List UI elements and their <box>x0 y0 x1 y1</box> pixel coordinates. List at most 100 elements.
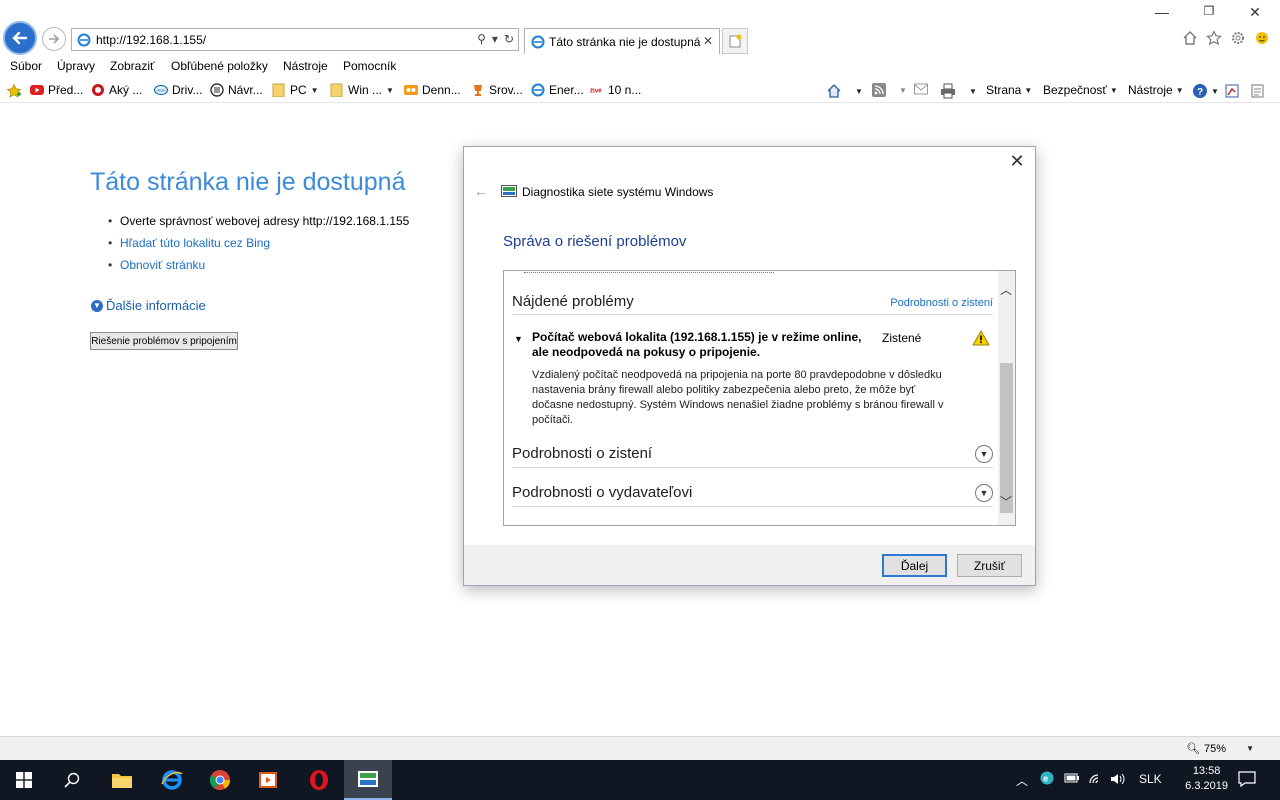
system-clock[interactable]: 13:58 6.3.2019 <box>1185 764 1228 794</box>
taskbar-opera[interactable] <box>295 760 343 800</box>
found-problems-title: Nájdené problémy <box>512 293 634 310</box>
restore-icon[interactable]: ❐ <box>1194 4 1224 18</box>
windows-logo-icon <box>16 772 32 788</box>
back-arrow-icon <box>12 31 28 45</box>
expand-chevron-icon[interactable]: ▼ <box>975 445 993 463</box>
back-button[interactable] <box>3 21 37 55</box>
help-icon: ? <box>1193 84 1207 98</box>
chevron-down-icon: ▼ <box>1211 86 1219 96</box>
ie-tab-icon <box>531 35 545 49</box>
taskbar-file-explorer[interactable] <box>98 760 146 800</box>
publisher-details-row[interactable]: Podrobnosti o vydavateľovi ▼ <box>512 484 993 502</box>
safety-menu[interactable]: Bezpečnosť ▼ <box>1043 83 1118 97</box>
new-tab-button[interactable] <box>722 28 748 54</box>
cancel-button[interactable]: Zrušiť <box>957 554 1022 577</box>
chevron-down-icon: ▼ <box>1246 744 1254 753</box>
taskbar-internet-explorer[interactable] <box>148 760 196 800</box>
tray-overflow-chevron-icon[interactable]: ︿ <box>1016 772 1028 789</box>
svg-text:e: e <box>1043 774 1048 784</box>
menu-view[interactable]: Zobraziť <box>110 59 155 73</box>
close-tab-icon[interactable]: ✕ <box>703 34 713 48</box>
dropdown-icon[interactable]: ▾ <box>492 32 498 46</box>
home-command[interactable]: ▼ <box>826 83 863 99</box>
read-mail-command[interactable] <box>914 83 928 95</box>
start-button[interactable] <box>0 760 48 800</box>
address-url[interactable]: http://192.168.1.155/ <box>96 33 206 47</box>
refresh-page-link[interactable]: Obnoviť stránku <box>108 258 409 280</box>
favorite-item[interactable]: Návr... <box>210 83 263 97</box>
favorites-star-icon[interactable] <box>1204 28 1224 48</box>
browser-tab[interactable]: Táto stránka nie je dostupná ✕ <box>524 28 720 54</box>
tray-app-icon[interactable]: e <box>1040 771 1054 788</box>
favorite-folder-pc[interactable]: PC ▼ <box>272 83 319 97</box>
printer-icon <box>941 83 955 99</box>
clock-time: 13:58 <box>1192 765 1221 777</box>
browser-title-bar: http://192.168.1.155/ ⚲ ▾ ↻ Táto stránka… <box>0 0 1280 56</box>
search-button[interactable] <box>48 760 96 800</box>
input-language[interactable]: SLK <box>1139 772 1162 786</box>
search-icon[interactable]: ⚲ <box>477 32 486 46</box>
dialog-back-icon[interactable]: ← <box>474 183 488 199</box>
add-favorite-star-icon[interactable] <box>6 83 22 99</box>
notifications-icon[interactable] <box>1238 770 1256 791</box>
zoom-control[interactable]: 🔍︎ 75% ▼ <box>1186 742 1254 756</box>
help-command[interactable]: ? ▼ <box>1192 83 1219 99</box>
more-info-link[interactable]: ▼ Ďalšie informácie <box>91 298 206 313</box>
dialog-footer: Ďalej Zrušiť <box>464 545 1035 585</box>
scroll-down-icon[interactable]: ﹀ <box>1000 493 1012 510</box>
refresh-icon[interactable]: ↻ <box>504 32 514 46</box>
blog-command[interactable] <box>1250 83 1266 99</box>
scroll-up-icon[interactable]: ︿ <box>1000 281 1012 298</box>
research-icon <box>1225 84 1239 98</box>
battery-icon[interactable] <box>1064 772 1080 787</box>
minimize-icon[interactable]: — <box>1147 4 1177 20</box>
menu-file[interactable]: Súbor <box>10 59 42 73</box>
feeds-command[interactable]: ▼ <box>872 83 907 97</box>
page-title: Táto stránka nie je dostupná <box>90 168 406 196</box>
taskbar-chrome[interactable] <box>196 760 244 800</box>
tools-menu[interactable]: Nástroje ▼ <box>1128 83 1184 97</box>
chevron-down-icon: ▼ <box>969 86 977 96</box>
vertical-scrollbar[interactable]: ︿ ﹀ <box>998 271 1015 525</box>
favorite-item[interactable]: Denn... <box>404 83 461 97</box>
favorite-item[interactable]: živé 10 n... <box>590 83 641 97</box>
troubleshoot-button[interactable]: Riešenie problémov s pripojením <box>90 332 238 350</box>
forward-button[interactable] <box>42 27 66 51</box>
svg-text:intel: intel <box>157 88 166 94</box>
favorite-item[interactable]: Ener... <box>531 83 584 97</box>
expand-chevron-icon[interactable]: ▼ <box>975 484 993 502</box>
menu-favorites[interactable]: Obľúbené položky <box>171 59 268 73</box>
rss-icon <box>872 83 886 97</box>
chevron-down-icon: ▼ <box>1175 85 1184 95</box>
next-button[interactable]: Ďalej <box>882 554 947 577</box>
page-menu[interactable]: Strana ▼ <box>986 83 1032 97</box>
menu-tools[interactable]: Nástroje <box>283 59 328 73</box>
research-command[interactable] <box>1225 83 1241 99</box>
smiley-feedback-icon[interactable] <box>1252 28 1272 48</box>
detection-details-link[interactable]: Podrobnosti o zistení <box>890 297 993 309</box>
detection-details-row[interactable]: Podrobnosti o zistení ▼ <box>512 445 993 463</box>
home-icon[interactable] <box>1180 28 1200 48</box>
problem-title: Počítač webová lokalita (192.168.1.155) … <box>532 330 862 359</box>
favorite-item[interactable]: intel Driv... <box>154 83 202 97</box>
print-command[interactable]: ▼ <box>940 83 977 99</box>
collapse-triangle-icon[interactable]: ▼ <box>514 334 523 344</box>
favorite-item[interactable]: Aký ... <box>91 83 142 97</box>
favorite-item[interactable]: Před... <box>30 83 83 97</box>
taskbar-media-app[interactable] <box>244 760 292 800</box>
close-window-icon[interactable]: ✕ <box>1240 4 1270 21</box>
favorite-item[interactable]: Srov... <box>471 83 523 97</box>
search-bing-link[interactable]: Hľadať túto lokalitu cez Bing <box>108 236 409 258</box>
folder-icon <box>330 83 343 97</box>
scroll-thumb[interactable] <box>1000 363 1013 513</box>
svg-text:?: ? <box>1197 87 1203 98</box>
volume-icon[interactable] <box>1110 772 1126 789</box>
menu-edit[interactable]: Úpravy <box>57 59 95 73</box>
wifi-icon[interactable] <box>1088 772 1104 789</box>
favorite-folder-win[interactable]: Win ... ▼ <box>330 83 394 97</box>
address-bar[interactable]: http://192.168.1.155/ ⚲ ▾ ↻ <box>71 28 519 51</box>
taskbar-network-diagnostics[interactable] <box>344 760 392 800</box>
settings-gear-icon[interactable] <box>1228 28 1248 48</box>
dialog-close-icon[interactable]: ✕ <box>1008 151 1026 172</box>
menu-help[interactable]: Pomocník <box>343 59 396 73</box>
